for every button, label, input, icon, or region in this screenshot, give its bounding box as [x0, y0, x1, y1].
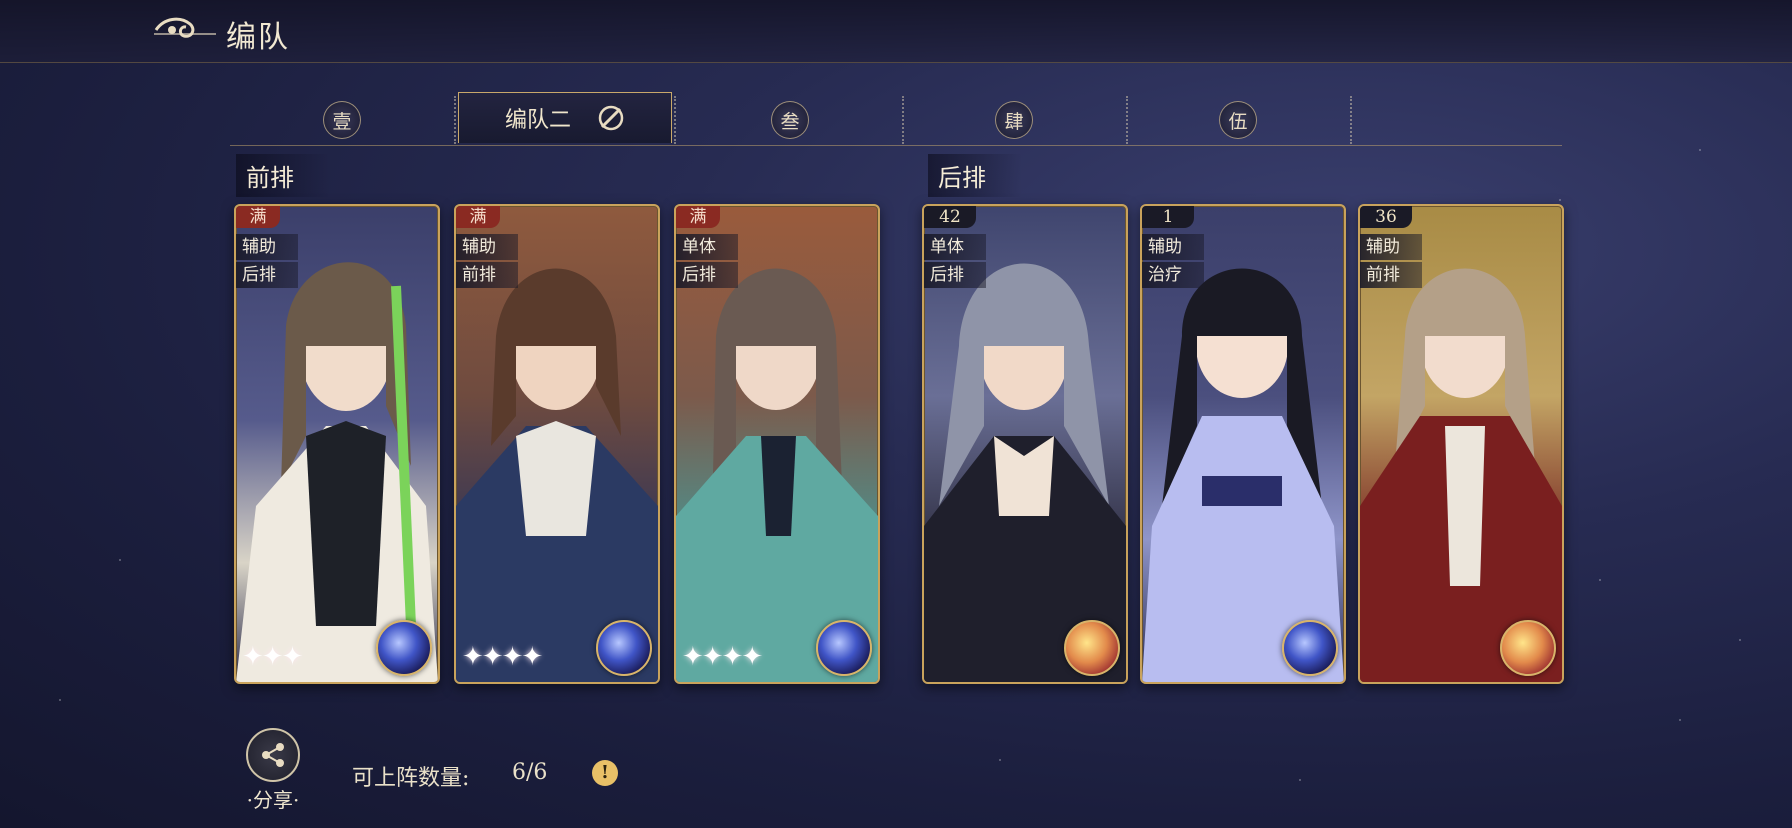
position-tag: 后排 — [676, 262, 738, 288]
position-tag: 治疗 — [1142, 262, 1204, 288]
character-card-3[interactable]: 满 单体 后排 ✦✦✦✦ — [674, 204, 880, 684]
tab-divider — [674, 96, 676, 144]
element-orb-icon — [1282, 620, 1338, 676]
page-title: 编队 — [226, 20, 290, 55]
element-orb-icon — [1500, 620, 1556, 676]
role-tag: 辅助 — [236, 234, 298, 260]
share-label: ·分享· — [246, 788, 300, 812]
tab-team-3[interactable]: 叁 — [678, 92, 902, 148]
star-rank-icon: ✦✦✦ — [242, 642, 303, 672]
deploy-count-label: 可上阵数量: — [352, 766, 470, 791]
position-tag: 后排 — [924, 262, 986, 288]
position-tag: 后排 — [236, 262, 298, 288]
role-tag: 单体 — [924, 234, 986, 260]
level-badge: 36 — [1360, 206, 1412, 228]
tab-divider — [454, 96, 456, 144]
element-orb-icon — [816, 620, 872, 676]
info-icon[interactable]: ! — [592, 760, 618, 786]
tab-team-5[interactable]: 伍 — [1126, 92, 1350, 148]
character-card-5[interactable]: 1 辅助 治疗 — [1140, 204, 1346, 684]
character-card-1[interactable]: 满 辅助 后排 ✦✦✦ — [234, 204, 440, 684]
position-tag: 前排 — [456, 262, 518, 288]
tab-team-1[interactable]: 壹 — [230, 92, 454, 148]
star-rank-icon: ✦✦✦✦ — [462, 642, 543, 672]
back-row-title: 后排 — [928, 154, 1022, 197]
character-card-4[interactable]: 42 单体 后排 — [922, 204, 1128, 684]
tab-label: 编队二 — [504, 108, 571, 133]
max-level-badge: 满 — [456, 206, 500, 228]
deploy-count-value: 6/6 — [512, 760, 548, 785]
tab-team-4[interactable]: 肆 — [902, 92, 1126, 148]
team-tabs: 壹 编队二 叁 肆 伍 — [230, 92, 1562, 148]
front-row-title: 前排 — [236, 154, 330, 197]
top-bar: 编队 — [0, 0, 1792, 63]
rename-icon[interactable] — [597, 104, 625, 132]
position-tag: 前排 — [1360, 262, 1422, 288]
tab-label: 壹 — [323, 101, 361, 139]
level-badge: 1 — [1142, 206, 1194, 228]
element-orb-icon — [376, 620, 432, 676]
tab-label: 叁 — [771, 101, 809, 139]
tab-label: 伍 — [1219, 101, 1257, 139]
role-tag: 辅助 — [456, 234, 518, 260]
tab-divider — [1350, 96, 1352, 144]
max-level-badge: 满 — [676, 206, 720, 228]
tabs-underline — [230, 145, 1562, 146]
level-badge: 42 — [924, 206, 976, 228]
back-icon[interactable] — [150, 12, 220, 48]
character-card-6[interactable]: 36 辅助 前排 — [1358, 204, 1564, 684]
tab-team-2-active[interactable]: 编队二 — [458, 92, 672, 143]
element-orb-icon — [1064, 620, 1120, 676]
share-button[interactable]: ·分享· — [238, 728, 308, 812]
role-tag: 单体 — [676, 234, 738, 260]
share-icon — [246, 728, 300, 782]
character-card-2[interactable]: 满 辅助 前排 ✦✦✦✦ — [454, 204, 660, 684]
tab-label: 肆 — [995, 101, 1033, 139]
max-level-badge: 满 — [236, 206, 280, 228]
element-orb-icon — [596, 620, 652, 676]
role-tag: 辅助 — [1142, 234, 1204, 260]
role-tag: 辅助 — [1360, 234, 1422, 260]
star-rank-icon: ✦✦✦✦ — [682, 642, 763, 672]
